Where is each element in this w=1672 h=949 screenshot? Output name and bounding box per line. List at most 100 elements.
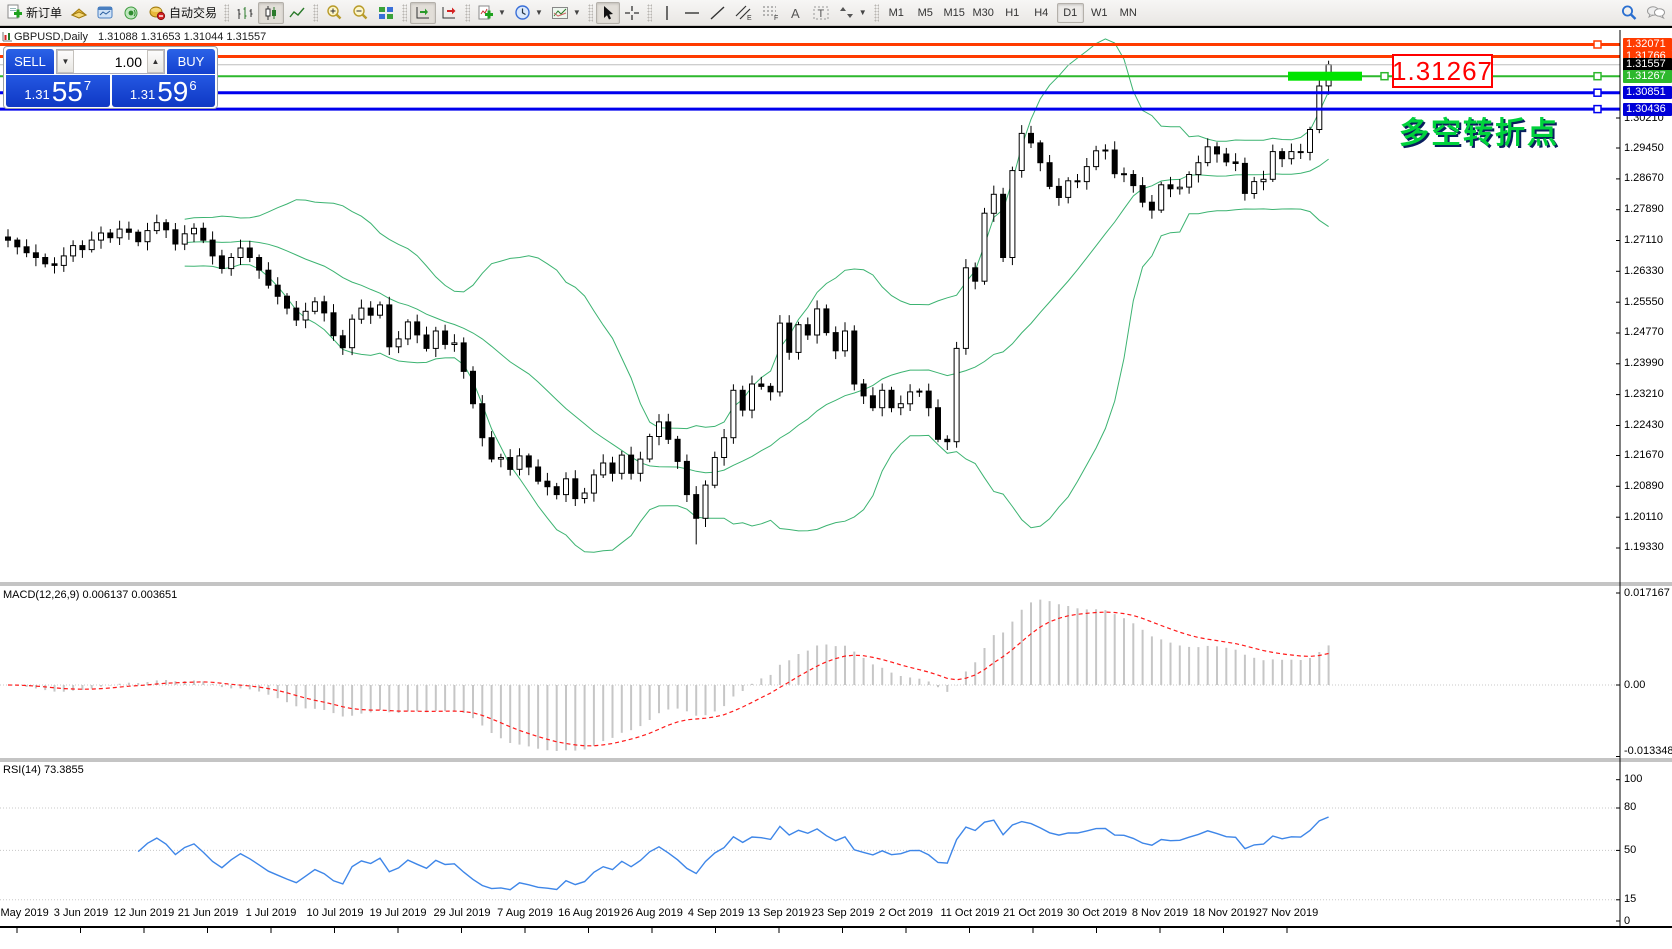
tile-windows-icon	[377, 5, 395, 21]
price-scale-label: 1.26330	[1624, 265, 1664, 278]
rsi-label: RSI(14) 73.3855	[3, 764, 84, 776]
date-label: 12 Jun 2019	[114, 907, 175, 919]
candle-body	[833, 333, 838, 351]
signals-button[interactable]	[118, 2, 144, 24]
search-button[interactable]	[1616, 2, 1642, 24]
horizontal-line-tool-button[interactable]	[679, 2, 705, 24]
candle-body	[1205, 147, 1210, 163]
mt4-window: { "toolbar": { "new_order": "新订单", "auto…	[0, 0, 1672, 947]
candle-body	[164, 223, 169, 230]
trendline-tool-button[interactable]	[705, 2, 730, 24]
candle-body	[508, 458, 513, 470]
candle-body	[219, 256, 224, 269]
hline-handle[interactable]	[1594, 73, 1601, 80]
candle-body	[33, 253, 38, 258]
candle-body	[526, 456, 531, 467]
text-icon: A	[788, 5, 803, 21]
bar-chart-mode-button[interactable]	[232, 2, 258, 24]
volume-decrease-button[interactable]: ▼	[57, 50, 74, 73]
tf-button-MN[interactable]: MN	[1115, 3, 1142, 23]
tf-button-M1[interactable]: M1	[883, 3, 910, 23]
toolbar-right-group	[1616, 2, 1670, 24]
candlestick-mode-button[interactable]	[258, 2, 284, 24]
toolbar-grip	[224, 4, 229, 22]
candle-body	[238, 248, 243, 258]
channel-tool-button[interactable]: E	[730, 2, 757, 24]
volume-increase-button[interactable]: ▲	[147, 50, 164, 73]
zoom-in-button[interactable]	[321, 2, 347, 24]
candle-body	[433, 331, 438, 348]
tile-windows-button[interactable]	[373, 2, 399, 24]
chart-window[interactable]: GBPUSD,Daily1.31088 1.31653 1.31044 1.31…	[0, 26, 1672, 947]
text-tool-button[interactable]: A	[784, 2, 808, 24]
tf-button-H4[interactable]: H4	[1028, 3, 1055, 23]
tf-button-D1[interactable]: D1	[1057, 3, 1084, 23]
candle-body	[1149, 202, 1154, 210]
auto-trading-button[interactable]: 自动交易	[144, 2, 221, 24]
sell-price-display[interactable]: 1.31557	[6, 75, 110, 107]
price-callout-box[interactable]: 1.31267	[1392, 54, 1493, 88]
date-label: 23 Sep 2019	[812, 907, 874, 919]
candle-body	[424, 335, 429, 348]
candle-body	[340, 336, 345, 348]
crosshair-tool-button[interactable]	[620, 2, 644, 24]
rsi-scale-label: 0	[1624, 915, 1630, 928]
periods-button[interactable]: ▼	[510, 2, 547, 24]
candle-body	[461, 343, 466, 372]
indicators-button[interactable]: ▼	[473, 2, 510, 24]
candle-body	[322, 302, 327, 313]
charts-button[interactable]	[66, 2, 92, 24]
date-label: 30 Oct 2019	[1067, 907, 1127, 919]
line-chart-mode-button[interactable]	[284, 2, 310, 24]
price-scale-label: 1.22430	[1624, 419, 1664, 432]
chart-canvas[interactable]	[0, 28, 1672, 949]
candle-body	[712, 458, 717, 486]
vertical-line-tool-button[interactable]	[655, 2, 679, 24]
candle-body	[591, 475, 596, 493]
candle-body	[554, 487, 559, 495]
candle-body	[880, 390, 885, 407]
candle-body	[936, 408, 941, 440]
sell-button[interactable]: SELL	[6, 49, 54, 74]
candle-body	[331, 313, 336, 336]
candle-body	[136, 232, 141, 242]
candle-body	[1196, 163, 1201, 175]
candle-body	[443, 331, 448, 344]
tf-button-M15[interactable]: M15	[941, 3, 968, 23]
macd-signal-line	[8, 612, 1329, 746]
hline-handle[interactable]	[1594, 89, 1601, 96]
candle-body	[926, 391, 931, 408]
candle-body	[117, 229, 122, 238]
auto-scroll-button[interactable]	[410, 2, 436, 24]
macd-scale-label: 0.00	[1624, 679, 1645, 692]
community-button[interactable]	[1642, 2, 1670, 24]
volume-input[interactable]	[74, 50, 147, 73]
chart-shift-button[interactable]	[436, 2, 462, 24]
templates-button[interactable]: ▼	[547, 2, 585, 24]
tf-button-H1[interactable]: H1	[999, 3, 1026, 23]
zoom-out-button[interactable]	[347, 2, 373, 24]
chart-title: GBPUSD,Daily1.31088 1.31653 1.31044 1.31…	[14, 31, 266, 43]
tf-button-W1[interactable]: W1	[1086, 3, 1113, 23]
terminal-button[interactable]	[92, 2, 118, 24]
tf-button-M5[interactable]: M5	[912, 3, 939, 23]
volume-box: ▼ ▲	[56, 49, 165, 74]
candle-body	[1019, 133, 1024, 170]
new-order-button[interactable]: 新订单	[2, 2, 66, 24]
tf-button-M30[interactable]: M30	[970, 3, 997, 23]
callout-handle[interactable]	[1381, 73, 1388, 80]
label-tool-button[interactable]: T	[808, 2, 834, 24]
date-label: 8 Nov 2019	[1132, 907, 1188, 919]
rsi-line	[138, 817, 1328, 890]
fibonacci-tool-button[interactable]: F	[757, 2, 784, 24]
cursor-tool-button[interactable]	[596, 2, 620, 24]
highlight-bar[interactable]	[1288, 72, 1362, 81]
rsi-scale-label: 80	[1624, 801, 1636, 814]
hline-handle[interactable]	[1594, 41, 1601, 48]
arrows-tool-button[interactable]: ▼	[834, 2, 871, 24]
date-label: 26 Aug 2019	[621, 907, 683, 919]
buy-price-display[interactable]: 1.31596	[112, 75, 216, 107]
buy-button[interactable]: BUY	[167, 49, 215, 74]
cn-annotation-text[interactable]: 多空转折点	[1399, 108, 1559, 152]
hline-handle[interactable]	[1594, 106, 1601, 113]
